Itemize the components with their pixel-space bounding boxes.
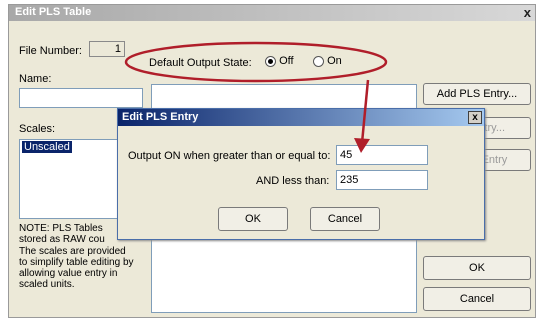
callout-arrow-head bbox=[354, 138, 370, 153]
callout-annotation bbox=[124, 41, 388, 153]
callout-arrow-line bbox=[360, 79, 370, 144]
callout-ellipse bbox=[124, 41, 388, 83]
